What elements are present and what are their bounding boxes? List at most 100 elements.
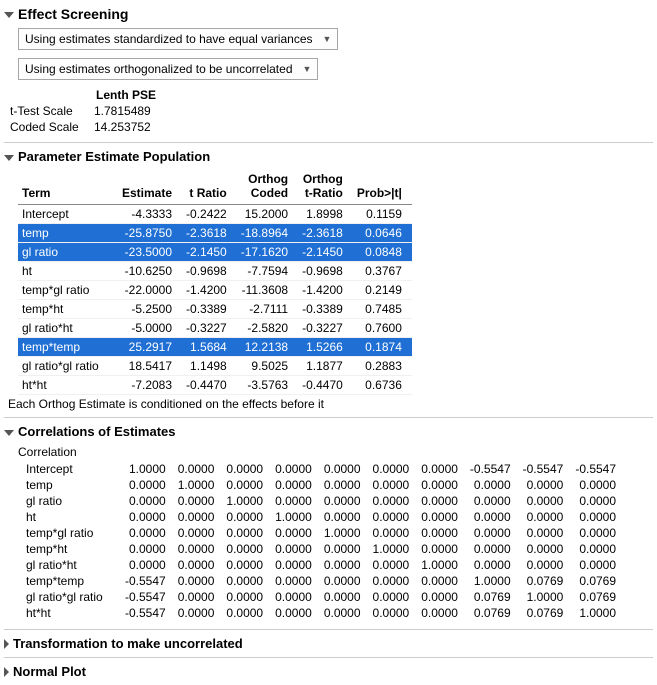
value-cell: 0.0000 bbox=[571, 541, 624, 557]
value-cell: 0.7485 bbox=[353, 300, 412, 319]
corr-table: Intercept1.00000.00000.00000.00000.00000… bbox=[18, 461, 624, 621]
value-cell: 0.0000 bbox=[466, 477, 519, 493]
value-cell: 0.0000 bbox=[417, 573, 466, 589]
term-cell: gl ratio*ht bbox=[18, 557, 121, 573]
table-row[interactable]: gl ratio-23.5000-2.1450-17.1620-2.14500.… bbox=[18, 243, 412, 262]
value-cell: -11.3608 bbox=[237, 281, 298, 300]
estimates-variance-dropdown[interactable]: Using estimates standardized to have equ… bbox=[18, 28, 338, 50]
term-cell: ht*ht bbox=[18, 605, 121, 621]
value-cell: -0.3389 bbox=[298, 300, 353, 319]
value-cell: 0.0000 bbox=[466, 509, 519, 525]
param-estimate-table: TermEstimatet RatioOrthog CodedOrthog t-… bbox=[18, 170, 412, 395]
value-cell: 0.0769 bbox=[571, 589, 624, 605]
value-cell: -0.9698 bbox=[182, 262, 237, 281]
value-cell: -18.8964 bbox=[237, 224, 298, 243]
value-cell: -0.4470 bbox=[298, 376, 353, 395]
value-cell: -23.5000 bbox=[118, 243, 182, 262]
value-cell: -0.5547 bbox=[121, 589, 174, 605]
value-cell: -2.1450 bbox=[298, 243, 353, 262]
table-row[interactable]: temp-25.8750-2.3618-18.8964-2.36180.0646 bbox=[18, 224, 412, 243]
effect-screening-header[interactable]: Effect Screening bbox=[4, 4, 653, 24]
value-cell: -4.3333 bbox=[118, 205, 182, 224]
value-cell: 0.0000 bbox=[369, 493, 418, 509]
value-cell: 0.0000 bbox=[174, 573, 223, 589]
value-cell: -2.7111 bbox=[237, 300, 298, 319]
term-cell: temp*ht bbox=[18, 300, 118, 319]
corr-block: Correlation Intercept1.00000.00000.00000… bbox=[18, 445, 653, 621]
param-col-header: Orthog Coded bbox=[237, 170, 298, 205]
table-row: temp*gl ratio0.00000.00000.00000.00001.0… bbox=[18, 525, 624, 541]
value-cell: 0.0000 bbox=[320, 493, 369, 509]
param-pop-header[interactable]: Parameter Estimate Population bbox=[4, 147, 653, 166]
chevron-down-icon: ▼ bbox=[323, 34, 332, 44]
value-cell: 0.0000 bbox=[222, 541, 271, 557]
value-cell: 0.0769 bbox=[466, 605, 519, 621]
value-cell: 0.0646 bbox=[353, 224, 412, 243]
transformation-header[interactable]: Transformation to make uncorrelated bbox=[4, 634, 653, 653]
value-cell: 0.0000 bbox=[174, 541, 223, 557]
value-cell: 1.0000 bbox=[320, 525, 369, 541]
table-row[interactable]: temp*temp25.29171.568412.21381.52660.187… bbox=[18, 338, 412, 357]
value-cell: 1.0000 bbox=[121, 461, 174, 477]
lenth-row-value: 14.253752 bbox=[94, 120, 159, 134]
value-cell: -22.0000 bbox=[118, 281, 182, 300]
value-cell: -17.1620 bbox=[237, 243, 298, 262]
value-cell: 1.5266 bbox=[298, 338, 353, 357]
normal-plot-header[interactable]: Normal Plot bbox=[4, 662, 653, 681]
value-cell: 0.0000 bbox=[174, 589, 223, 605]
value-cell: 0.0769 bbox=[519, 605, 572, 621]
dropdown-label: Using estimates standardized to have equ… bbox=[25, 32, 313, 46]
value-cell: 0.7600 bbox=[353, 319, 412, 338]
value-cell: 0.0000 bbox=[320, 509, 369, 525]
value-cell: 0.0000 bbox=[222, 557, 271, 573]
table-row[interactable]: ht*ht-7.2083-0.4470-3.5763-0.44700.6736 bbox=[18, 376, 412, 395]
value-cell: 0.0000 bbox=[571, 557, 624, 573]
value-cell: 0.0000 bbox=[222, 525, 271, 541]
table-row: Intercept1.00000.00000.00000.00000.00000… bbox=[18, 461, 624, 477]
value-cell: 0.0769 bbox=[466, 589, 519, 605]
value-cell: -2.3618 bbox=[298, 224, 353, 243]
value-cell: 0.0000 bbox=[519, 557, 572, 573]
value-cell: 0.0000 bbox=[417, 525, 466, 541]
term-cell: gl ratio*gl ratio bbox=[18, 357, 118, 376]
table-row[interactable]: temp*ht-5.2500-0.3389-2.7111-0.33890.748… bbox=[18, 300, 412, 319]
value-cell: 0.0000 bbox=[174, 605, 223, 621]
lenth-table: t-Test Scale1.7815489Coded Scale14.25375… bbox=[4, 102, 161, 136]
value-cell: 0.0000 bbox=[121, 541, 174, 557]
value-cell: 0.0000 bbox=[369, 477, 418, 493]
value-cell: 0.0000 bbox=[369, 557, 418, 573]
value-cell: 1.0000 bbox=[222, 493, 271, 509]
value-cell: 0.0000 bbox=[320, 605, 369, 621]
corr-header[interactable]: Correlations of Estimates bbox=[4, 422, 653, 441]
value-cell: 1.0000 bbox=[417, 557, 466, 573]
value-cell: 1.5684 bbox=[182, 338, 237, 357]
term-cell: gl ratio*ht bbox=[18, 319, 118, 338]
table-row: temp*temp-0.55470.00000.00000.00000.0000… bbox=[18, 573, 624, 589]
value-cell: 0.0000 bbox=[519, 477, 572, 493]
value-cell: 15.2000 bbox=[237, 205, 298, 224]
value-cell: 0.0000 bbox=[222, 589, 271, 605]
estimates-orthog-dropdown[interactable]: Using estimates orthogonalized to be unc… bbox=[18, 58, 318, 80]
value-cell: 0.0000 bbox=[417, 509, 466, 525]
param-pop-title: Parameter Estimate Population bbox=[18, 149, 210, 164]
value-cell: 1.8998 bbox=[298, 205, 353, 224]
value-cell: -1.4200 bbox=[182, 281, 237, 300]
value-cell: 0.0000 bbox=[369, 509, 418, 525]
term-cell: Intercept bbox=[18, 461, 121, 477]
value-cell: 1.0000 bbox=[519, 589, 572, 605]
table-row[interactable]: gl ratio*ht-5.0000-0.3227-2.5820-0.32270… bbox=[18, 319, 412, 338]
value-cell: 1.0000 bbox=[466, 573, 519, 589]
value-cell: 0.2883 bbox=[353, 357, 412, 376]
term-cell: ht bbox=[18, 262, 118, 281]
lenth-pse-header: Lenth PSE bbox=[4, 88, 653, 102]
table-row[interactable]: temp*gl ratio-22.0000-1.4200-11.3608-1.4… bbox=[18, 281, 412, 300]
value-cell: 0.0000 bbox=[121, 477, 174, 493]
value-cell: 0.0000 bbox=[271, 605, 320, 621]
table-row[interactable]: Intercept-4.3333-0.242215.20001.89980.11… bbox=[18, 205, 412, 224]
value-cell: 0.0000 bbox=[271, 589, 320, 605]
section-title: Effect Screening bbox=[18, 6, 128, 22]
value-cell: 0.0000 bbox=[466, 525, 519, 541]
table-row[interactable]: ht-10.6250-0.9698-7.7594-0.96980.3767 bbox=[18, 262, 412, 281]
value-cell: 0.0000 bbox=[271, 525, 320, 541]
table-row[interactable]: gl ratio*gl ratio18.54171.14989.50251.18… bbox=[18, 357, 412, 376]
